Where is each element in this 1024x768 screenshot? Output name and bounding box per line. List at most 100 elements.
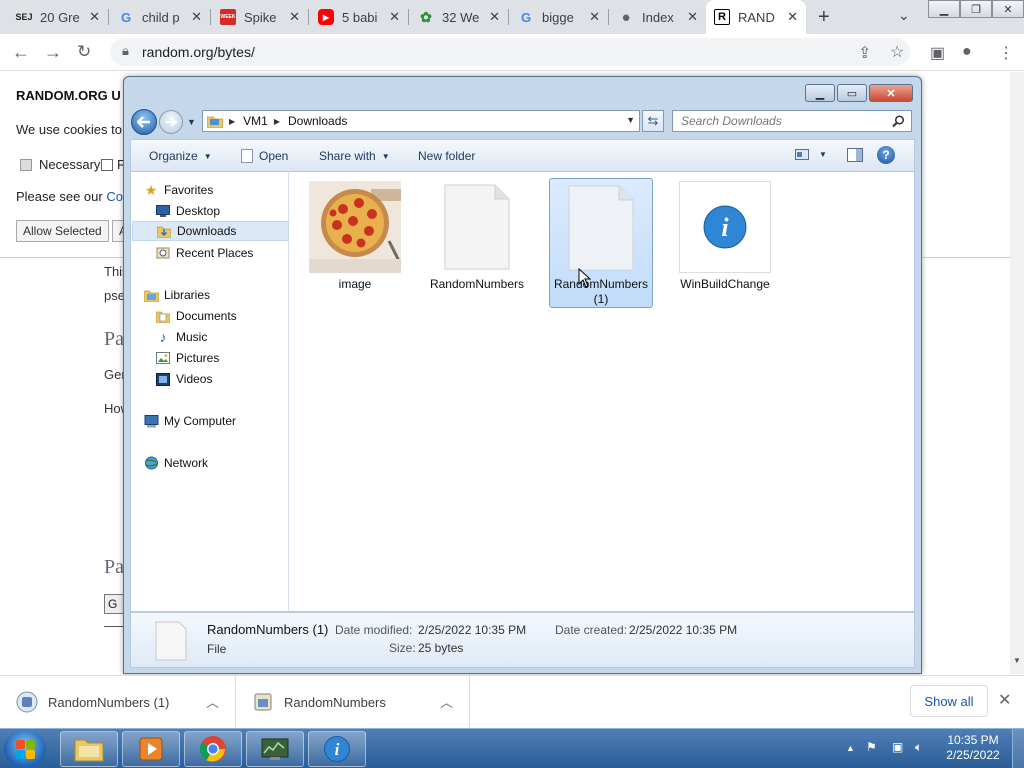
file-item-winbuildchange[interactable]: i WinBuildChange bbox=[673, 178, 777, 308]
reload-icon[interactable]: ↻ bbox=[77, 42, 91, 62]
search-box[interactable]: Search Downloads bbox=[672, 110, 912, 132]
file-item-randomnumbers[interactable]: RandomNumbers bbox=[425, 178, 529, 308]
chevron-up-icon[interactable]: ︿ bbox=[440, 692, 453, 711]
tab-close-icon[interactable]: ✕ bbox=[191, 9, 202, 25]
minimize-button[interactable]: ▁ bbox=[805, 84, 835, 102]
volume-icon[interactable]: 🔈︎ bbox=[915, 740, 922, 755]
nav-item-favorites[interactable]: ★ Favorites bbox=[143, 180, 300, 200]
side-panel-icon[interactable]: ▣ bbox=[930, 43, 945, 63]
browser-tab-6[interactable]: G bigge ✕ bbox=[510, 0, 608, 34]
taskbar-chrome-button[interactable] bbox=[184, 731, 242, 767]
forward-button[interactable] bbox=[159, 110, 183, 134]
cookie-heading: RANDOM.ORG U bbox=[16, 88, 121, 103]
window-close-button[interactable]: ✕ bbox=[992, 0, 1024, 18]
action-center-flag-icon[interactable]: ⚑ bbox=[866, 740, 877, 754]
nav-item-libraries[interactable]: Libraries bbox=[143, 285, 300, 305]
page-scrollbar[interactable]: ▼ bbox=[1010, 72, 1024, 674]
youtube-favicon-icon: ▶ bbox=[318, 9, 334, 25]
libraries-icon bbox=[143, 287, 159, 303]
download-shelf: RandomNumbers (1) ︿ RandomNumbers ︿ Show… bbox=[0, 675, 1024, 728]
size-label: Size: bbox=[389, 641, 416, 655]
start-button[interactable] bbox=[4, 730, 46, 768]
back-arrow-icon[interactable]: ← bbox=[12, 42, 30, 63]
change-view-icon[interactable] bbox=[795, 148, 809, 161]
file-item-randomnumbers-1-selected[interactable]: RandomNumbers (1) bbox=[549, 178, 653, 308]
nav-item-downloads[interactable]: Downloads bbox=[132, 221, 289, 241]
body-text-line: pse bbox=[104, 288, 125, 303]
browser-tab-4[interactable]: ▶ 5 babi ✕ bbox=[310, 0, 408, 34]
help-icon[interactable]: ? bbox=[877, 146, 895, 164]
tab-close-icon[interactable]: ✕ bbox=[589, 9, 600, 25]
breadcrumb-downloads[interactable]: Downloads bbox=[288, 114, 347, 128]
chevron-up-icon[interactable]: ︿ bbox=[206, 692, 219, 711]
window-caption-buttons: ▁ ▭ ✕ bbox=[803, 84, 913, 102]
show-hidden-icons-icon[interactable]: ▲ bbox=[846, 743, 855, 753]
forward-arrow-icon[interactable]: → bbox=[44, 42, 62, 63]
organize-label: Organize bbox=[149, 149, 198, 163]
profile-avatar-icon[interactable]: ● bbox=[962, 43, 972, 61]
browser-tab-5[interactable]: ✿ 32 We ✕ bbox=[410, 0, 508, 34]
file-name: RandomNumbers bbox=[429, 277, 525, 291]
back-button[interactable] bbox=[131, 109, 157, 135]
show-desktop-button[interactable] bbox=[1012, 729, 1024, 768]
scroll-down-arrow-icon[interactable]: ▼ bbox=[1013, 656, 1021, 665]
tab-close-icon[interactable]: ✕ bbox=[289, 9, 300, 25]
tab-close-icon[interactable]: ✕ bbox=[89, 9, 100, 25]
svg-text:i: i bbox=[335, 740, 340, 759]
tab-title: Spike bbox=[244, 9, 277, 25]
view-options-dropdown-icon[interactable]: ▼ bbox=[819, 150, 827, 159]
taskbar-media-player-button[interactable] bbox=[122, 731, 180, 767]
download-item-2[interactable]: RandomNumbers ︿ bbox=[236, 676, 470, 728]
taskbar-system-app-button[interactable] bbox=[246, 731, 304, 767]
system-clock[interactable]: 10:35 PM 2/25/2022 bbox=[938, 733, 1008, 763]
network-status-icon[interactable]: ▣ bbox=[892, 740, 903, 754]
window-minimize-button[interactable]: ▁ bbox=[928, 0, 960, 18]
file-item-image[interactable]: image bbox=[303, 178, 407, 308]
refresh-icon: ⇆ bbox=[647, 113, 659, 128]
browser-tab-2[interactable]: G child p ✕ bbox=[110, 0, 210, 34]
close-button[interactable]: ✕ bbox=[869, 84, 913, 102]
download-file-icon bbox=[254, 693, 272, 711]
dropdown-caret-icon: ▼ bbox=[203, 151, 212, 161]
tab-search-chevron-icon[interactable]: ⌄ bbox=[898, 7, 910, 24]
browser-tab-7[interactable]: ● Index ✕ bbox=[610, 0, 706, 34]
browser-tab-3[interactable]: WEEK Spike ✕ bbox=[212, 0, 308, 34]
open-button[interactable]: Open bbox=[241, 149, 288, 163]
dropdown-caret-icon: ▼ bbox=[819, 150, 827, 159]
taskbar-info-button[interactable]: i bbox=[308, 731, 366, 767]
maximize-button[interactable]: ▭ bbox=[837, 84, 867, 102]
bookmark-star-icon[interactable]: ☆ bbox=[890, 42, 904, 62]
new-tab-icon[interactable]: + bbox=[818, 6, 830, 29]
show-all-button[interactable]: Show all bbox=[910, 685, 988, 717]
section-heading: Pa bbox=[104, 556, 124, 578]
recent-pages-dropdown-icon[interactable]: ▼ bbox=[187, 117, 196, 127]
tab-close-icon[interactable]: ✕ bbox=[787, 9, 798, 25]
taskbar-explorer-button[interactable] bbox=[60, 731, 118, 767]
download-item-1[interactable]: RandomNumbers (1) ︿ bbox=[0, 676, 236, 728]
share-icon[interactable]: ⇪ bbox=[858, 43, 871, 63]
tab-close-icon[interactable]: ✕ bbox=[389, 9, 400, 25]
tab-separator bbox=[508, 9, 509, 25]
nav-item-network[interactable]: Network bbox=[143, 453, 300, 473]
breadcrumb-vm1[interactable]: VM1 bbox=[243, 114, 268, 128]
explorer-address-bar[interactable]: ▶ VM1 ▶ Downloads ▼ bbox=[202, 110, 640, 132]
preview-pane-icon[interactable] bbox=[847, 148, 863, 162]
browser-tab-active[interactable]: R RAND ✕ bbox=[706, 0, 806, 34]
new-folder-button[interactable]: New folder bbox=[418, 149, 475, 163]
necessary-checkbox[interactable]: Necessary bbox=[20, 157, 100, 172]
preferences-checkbox[interactable]: F bbox=[101, 157, 125, 172]
close-shelf-icon[interactable]: ✕ bbox=[998, 690, 1011, 710]
nav-item-my-computer[interactable]: My Computer bbox=[143, 411, 300, 431]
share-with-button[interactable]: Share with ▼ bbox=[319, 149, 390, 163]
address-bar[interactable]: 🔒︎ random.org/bytes/ ⇪ ☆ bbox=[110, 38, 910, 66]
menu-kebab-icon[interactable]: ⋮ bbox=[998, 43, 1014, 63]
window-restore-button[interactable]: ❐ bbox=[960, 0, 992, 18]
browser-tab-1[interactable]: SEJ 20 Gre ✕ bbox=[8, 0, 108, 34]
allow-selected-button[interactable]: Allow Selected bbox=[16, 220, 109, 242]
clock-date: 2/25/2022 bbox=[946, 748, 1000, 762]
refresh-button[interactable]: ⇆ bbox=[642, 110, 664, 132]
address-dropdown-icon[interactable]: ▼ bbox=[626, 115, 635, 125]
tab-close-icon[interactable]: ✕ bbox=[687, 9, 698, 25]
organize-button[interactable]: Organize ▼ bbox=[149, 149, 212, 163]
tab-close-icon[interactable]: ✕ bbox=[489, 9, 500, 25]
